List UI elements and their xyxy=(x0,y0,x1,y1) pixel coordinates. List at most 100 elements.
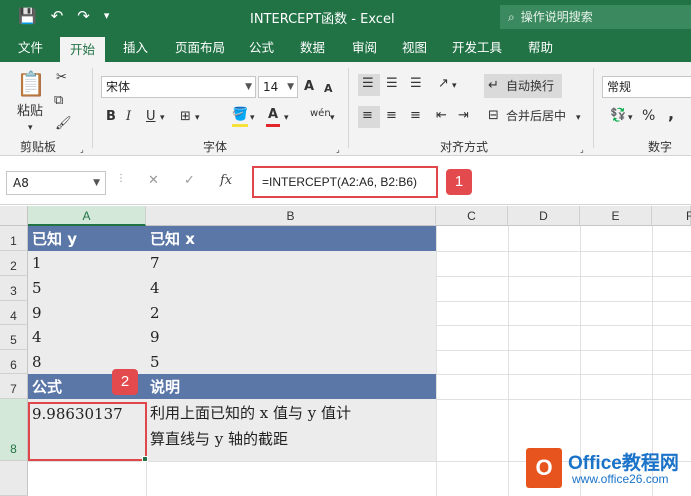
align-center-icon[interactable]: ≡ xyxy=(386,108,397,124)
quick-access-toolbar: 💾 ↶ ↷ ▾ xyxy=(18,7,109,25)
column-header-a[interactable]: A xyxy=(28,206,146,226)
row-header-9[interactable] xyxy=(0,461,28,496)
row-header-7[interactable]: 7 xyxy=(0,374,28,399)
font-size-combo[interactable]: 14 ▼ xyxy=(258,76,298,98)
borders-icon[interactable]: ⊞ xyxy=(180,109,191,125)
tab-home[interactable]: 开始 xyxy=(60,37,106,62)
grow-font-icon[interactable]: A xyxy=(304,79,314,95)
font-color-icon[interactable]: A xyxy=(268,107,278,123)
row-header-2[interactable]: 2 xyxy=(0,251,28,276)
row-header-5[interactable]: 5 xyxy=(0,325,28,350)
cell-b7[interactable]: 说明 xyxy=(146,374,436,399)
increase-indent-icon[interactable]: ⇥ xyxy=(458,108,469,124)
cut-icon[interactable]: ✂ xyxy=(56,70,67,86)
save-icon[interactable]: 💾 xyxy=(18,7,37,25)
percent-style-button[interactable]: % xyxy=(642,108,655,124)
middle-align-icon[interactable]: ☰ xyxy=(386,76,398,92)
font-launcher-icon[interactable]: ⌟ xyxy=(336,142,340,158)
paste-icon[interactable]: 📋 xyxy=(16,70,46,98)
decrease-indent-icon[interactable]: ⇤ xyxy=(436,108,447,124)
undo-icon[interactable]: ↶ xyxy=(51,7,64,25)
bold-button[interactable]: B xyxy=(106,109,116,125)
chevron-down-icon[interactable]: ▾ xyxy=(628,110,633,126)
cell-a1[interactable]: 已知 y xyxy=(28,226,146,251)
alignment-launcher-icon[interactable]: ⌟ xyxy=(580,142,584,158)
fill-color-icon[interactable]: 🪣 xyxy=(232,107,248,123)
cell-a3[interactable]: 5 xyxy=(28,276,146,301)
font-name-combo[interactable]: 宋体 ▼ xyxy=(101,76,256,98)
enter-icon[interactable]: ✓ xyxy=(184,173,195,188)
cell-b2[interactable]: 7 xyxy=(146,251,436,276)
cell-b3[interactable]: 4 xyxy=(146,276,436,301)
tab-file[interactable]: 文件 xyxy=(14,34,47,62)
cell-b6[interactable]: 5 xyxy=(146,350,436,374)
column-header-d[interactable]: D xyxy=(508,206,580,226)
wrap-text-button[interactable]: 自动换行 xyxy=(506,78,554,94)
clipboard-launcher-icon[interactable]: ⌟ xyxy=(80,142,84,158)
merge-center-button[interactable]: 合并后居中 xyxy=(506,108,566,124)
number-format-value: 常规 xyxy=(607,80,632,94)
chevron-down-icon[interactable]: ▾ xyxy=(250,110,255,126)
name-box-value: A8 xyxy=(13,176,29,190)
column-header-f[interactable]: F xyxy=(652,206,691,226)
cell-b8-line2[interactable]: 算直线与 y 轴的截距 xyxy=(146,426,436,452)
align-left-icon[interactable]: ≡ xyxy=(362,108,373,124)
phonetic-guide-icon[interactable]: wén xyxy=(310,106,331,122)
top-align-icon[interactable]: ☰ xyxy=(362,76,374,92)
redo-icon[interactable]: ↷ xyxy=(77,7,90,25)
row-header-4[interactable]: 4 xyxy=(0,301,28,325)
cancel-icon[interactable]: ✕ xyxy=(148,173,159,188)
tab-help[interactable]: 帮助 xyxy=(524,34,557,62)
format-painter-icon[interactable]: 🖌 xyxy=(55,116,72,132)
column-header-c[interactable]: C xyxy=(436,206,508,226)
cell-b4[interactable]: 2 xyxy=(146,301,436,325)
copy-icon[interactable]: ⧉ xyxy=(54,93,63,109)
cell-a5[interactable]: 4 xyxy=(28,325,146,350)
paste-dropdown-icon[interactable]: ▾ xyxy=(28,120,33,136)
tab-view[interactable]: 视图 xyxy=(398,34,431,62)
row-header-1[interactable]: 1 xyxy=(0,226,28,251)
insert-function-icon[interactable]: fx xyxy=(220,173,232,188)
tab-insert[interactable]: 插入 xyxy=(119,34,152,62)
tab-formulas[interactable]: 公式 xyxy=(245,34,278,62)
number-format-combo[interactable]: 常规 xyxy=(602,76,691,98)
chevron-down-icon[interactable]: ▾ xyxy=(195,110,200,126)
fill-handle[interactable] xyxy=(142,456,148,462)
underline-button[interactable]: U xyxy=(146,109,156,125)
name-box[interactable]: A8 ▼ xyxy=(6,171,106,195)
cell-b1[interactable]: 已知 x xyxy=(146,226,436,251)
select-all-corner[interactable] xyxy=(0,206,28,226)
accounting-format-icon[interactable]: 💱 xyxy=(610,108,626,124)
font-group-label: 字体 xyxy=(203,140,228,154)
chevron-down-icon[interactable]: ▾ xyxy=(452,78,457,94)
formula-input[interactable]: =INTERCEPT(A2:A6, B2:B6) xyxy=(252,166,438,198)
tab-review[interactable]: 审阅 xyxy=(348,34,381,62)
row-header-3[interactable]: 3 xyxy=(0,276,28,301)
chevron-down-icon[interactable]: ▾ xyxy=(330,110,335,126)
cell-a2[interactable]: 1 xyxy=(28,251,146,276)
group-separator xyxy=(348,68,349,148)
chevron-down-icon[interactable]: ▾ xyxy=(576,110,581,126)
cell-b5[interactable]: 9 xyxy=(146,325,436,350)
search-box[interactable]: ⌕ 操作说明搜索 xyxy=(500,5,691,29)
tab-developer[interactable]: 开发工具 xyxy=(448,34,506,62)
orientation-icon[interactable]: ↗ xyxy=(438,76,449,92)
row-header-6[interactable]: 6 xyxy=(0,350,28,374)
comma-style-button[interactable]: , xyxy=(668,106,674,122)
customize-qat-icon[interactable]: ▾ xyxy=(104,7,110,25)
watermark-title: Office教程网 xyxy=(568,453,679,474)
italic-button[interactable]: I xyxy=(126,109,131,125)
align-right-icon[interactable]: ≡ xyxy=(410,108,421,124)
tab-data[interactable]: 数据 xyxy=(296,34,329,62)
shrink-font-icon[interactable]: A xyxy=(324,81,333,97)
cell-b8-line1[interactable]: 利用上面已知的 x 值与 y 值计 xyxy=(146,400,436,426)
chevron-down-icon[interactable]: ▾ xyxy=(284,110,289,126)
column-header-e[interactable]: E xyxy=(580,206,652,226)
column-header-b[interactable]: B xyxy=(146,206,436,226)
bottom-align-icon[interactable]: ☰ xyxy=(410,76,422,92)
chevron-down-icon[interactable]: ▾ xyxy=(160,110,165,126)
tab-page-layout[interactable]: 页面布局 xyxy=(171,34,229,62)
row-header-8[interactable]: 8 xyxy=(0,399,28,461)
cell-a4[interactable]: 9 xyxy=(28,301,146,325)
paste-label[interactable]: 粘贴 xyxy=(17,104,43,120)
